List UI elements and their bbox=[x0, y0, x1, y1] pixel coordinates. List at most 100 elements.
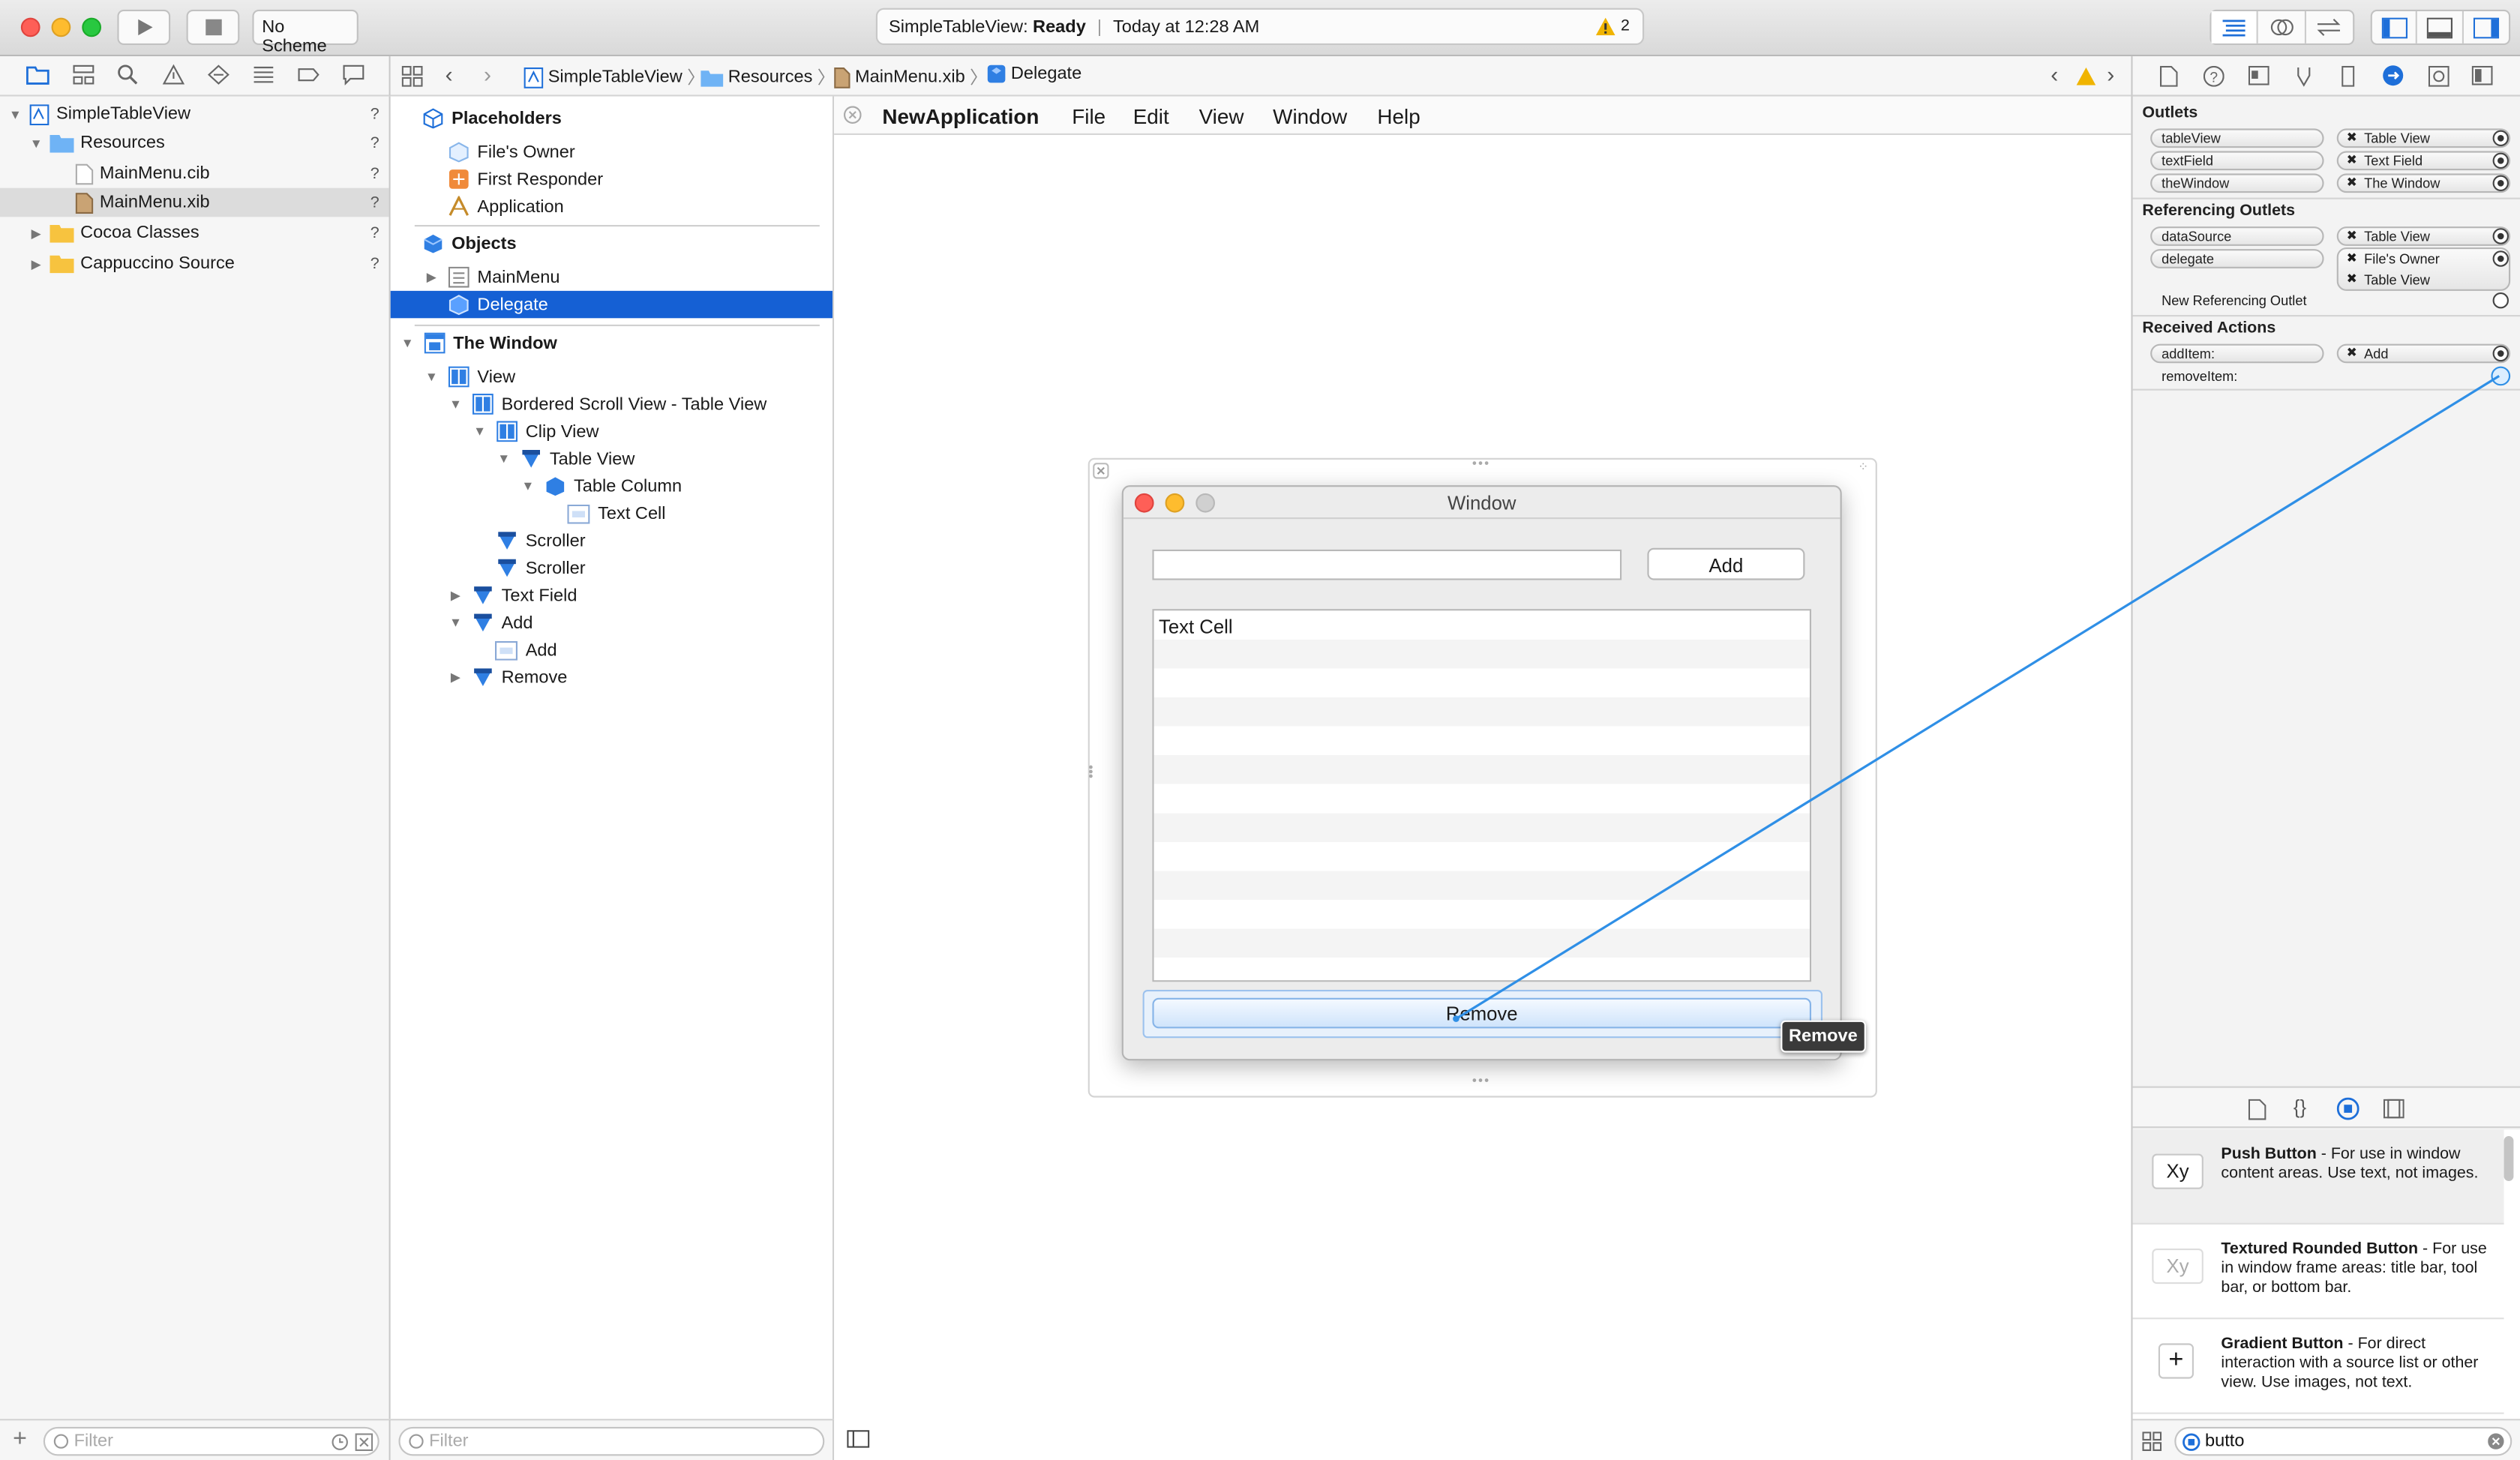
outlet-tableview-connector[interactable] bbox=[2492, 130, 2510, 147]
minimize-window-button[interactable] bbox=[51, 17, 71, 37]
zoom-window-button[interactable] bbox=[82, 17, 102, 37]
outline-text-field[interactable]: ▶ Text Field bbox=[391, 582, 832, 609]
window-preview[interactable]: Window Add Text Cell Remove bbox=[1121, 485, 1842, 1061]
outlet-thewindow-target[interactable]: ✖ The Window bbox=[2336, 173, 2511, 193]
outlet-textfield-target[interactable]: ✖ Text Field bbox=[2336, 151, 2511, 171]
table-view-preview[interactable]: Text Cell bbox=[1152, 609, 1812, 982]
menu-edit[interactable]: Edit bbox=[1133, 104, 1169, 128]
outline-view[interactable]: ▼ View bbox=[391, 363, 832, 390]
navigator-filter-input[interactable]: Filter bbox=[43, 1426, 380, 1456]
nav-item-project[interactable]: ▼ SimpleTableView? bbox=[0, 100, 389, 129]
outline-table-view[interactable]: ▼ Table View bbox=[391, 445, 832, 472]
outlet-tableview-target[interactable]: ✖ Table View bbox=[2336, 128, 2511, 148]
menu-window[interactable]: Window bbox=[1273, 104, 1347, 128]
ref-outlet-delegate-targets[interactable]: ✖ File's Owner ✖ Table View bbox=[2336, 247, 2511, 291]
library-item-gradient-button[interactable]: + Gradient Button - For direct interacti… bbox=[2132, 1319, 2504, 1414]
outlet-thewindow[interactable]: theWindow bbox=[2150, 173, 2324, 193]
project-navigator-tab[interactable] bbox=[26, 64, 50, 85]
interface-builder-canvas[interactable]: NewApplication File Edit View Window Hel… bbox=[834, 96, 2132, 1460]
breadcrumb-resources[interactable]: Resources 〉 bbox=[700, 64, 835, 90]
size-inspector-icon[interactable] bbox=[2342, 65, 2355, 87]
connections-inspector-icon[interactable] bbox=[2382, 64, 2404, 87]
add-button-preview[interactable]: Add bbox=[1647, 547, 1805, 580]
outlet-textfield-connector[interactable] bbox=[2492, 152, 2510, 169]
action-additem[interactable]: addItem: bbox=[2150, 343, 2324, 364]
assistant-editor-button[interactable] bbox=[2258, 11, 2306, 43]
version-editor-button[interactable] bbox=[2306, 11, 2353, 43]
outline-remove-button[interactable]: ▶ Remove bbox=[391, 664, 832, 691]
bindings-inspector-icon[interactable] bbox=[2428, 65, 2450, 87]
breadcrumb-delegate[interactable]: Delegate bbox=[987, 64, 1082, 83]
menu-file[interactable]: File bbox=[1072, 104, 1106, 128]
stop-button[interactable] bbox=[186, 9, 240, 46]
remove-button-preview[interactable]: Remove bbox=[1152, 997, 1812, 1029]
outlet-textfield[interactable]: textField bbox=[2150, 151, 2324, 171]
new-referencing-outlet-connector[interactable] bbox=[2492, 292, 2510, 309]
scheme-selector[interactable]: No Scheme bbox=[252, 9, 358, 56]
run-button[interactable] bbox=[117, 9, 171, 46]
outline-table-column[interactable]: ▼ Table Column bbox=[391, 472, 832, 499]
ref-outlet-delegate-connector[interactable] bbox=[2492, 250, 2510, 267]
back-button[interactable]: ‹ bbox=[446, 61, 453, 86]
action-additem-target[interactable]: ✖ Add bbox=[2336, 343, 2511, 364]
menu-app-name[interactable]: NewApplication bbox=[882, 104, 1039, 128]
outline-window-header[interactable]: ▼ The Window bbox=[391, 329, 832, 356]
menu-help[interactable]: Help bbox=[1377, 104, 1420, 128]
outline-scroller-2[interactable]: Scroller bbox=[391, 554, 832, 581]
symbol-navigator-tab[interactable] bbox=[72, 64, 94, 85]
ref-outlet-delegate[interactable]: delegate bbox=[2150, 249, 2324, 268]
grid-view-icon[interactable] bbox=[2142, 1432, 2162, 1452]
nav-item-cappuccino-source[interactable]: ▶ Cappuccino Source? bbox=[0, 249, 389, 278]
outline-application[interactable]: Application bbox=[391, 193, 832, 220]
nav-item-mainmenu-cib[interactable]: MainMenu.cib? bbox=[0, 159, 389, 188]
text-field-preview[interactable] bbox=[1152, 549, 1622, 580]
outline-mainmenu[interactable]: ▶ MainMenu bbox=[391, 263, 832, 290]
code-snippet-icon[interactable]: {} bbox=[2294, 1096, 2306, 1118]
nav-item-cocoa-classes[interactable]: ▶ Cocoa Classes? bbox=[0, 218, 389, 247]
effects-inspector-icon[interactable] bbox=[2471, 65, 2493, 85]
file-inspector-icon[interactable] bbox=[2160, 65, 2178, 87]
close-circle-icon[interactable] bbox=[844, 106, 862, 124]
report-navigator-tab[interactable] bbox=[342, 64, 364, 85]
outlet-thewindow-connector[interactable] bbox=[2492, 175, 2510, 192]
outline-delegate[interactable]: Delegate bbox=[390, 290, 833, 319]
outline-first-responder[interactable]: First Responder bbox=[391, 166, 832, 193]
media-library-icon[interactable] bbox=[2383, 1099, 2404, 1119]
toggle-utilities-button[interactable] bbox=[2463, 11, 2509, 43]
object-library-icon[interactable] bbox=[2336, 1097, 2360, 1120]
debug-navigator-tab[interactable] bbox=[252, 64, 274, 85]
outline-clip-view[interactable]: ▼ Clip View bbox=[391, 418, 832, 445]
menu-view[interactable]: View bbox=[1199, 104, 1244, 128]
clear-search-icon[interactable] bbox=[2488, 1433, 2504, 1450]
outline-add-button[interactable]: ▼ Add bbox=[391, 609, 832, 636]
toggle-debug-area-button[interactable] bbox=[2418, 11, 2464, 43]
action-additem-connector[interactable] bbox=[2492, 345, 2510, 362]
outline-files-owner[interactable]: File's Owner bbox=[391, 138, 832, 165]
issue-navigator-tab[interactable] bbox=[162, 64, 185, 85]
breadcrumb-project[interactable]: SimpleTableView 〉 bbox=[524, 64, 705, 90]
ref-outlet-datasource[interactable]: dataSource bbox=[2150, 226, 2324, 246]
ref-outlet-datasource-connector[interactable] bbox=[2492, 228, 2510, 244]
related-items-icon[interactable] bbox=[401, 65, 423, 87]
action-removeitem[interactable]: removeItem: bbox=[2162, 368, 2237, 384]
warning-indicator[interactable]: 2 bbox=[1596, 17, 1630, 36]
close-box-icon[interactable] bbox=[1093, 463, 1109, 479]
outlet-tableview[interactable]: tableView bbox=[2150, 128, 2324, 148]
ref-outlet-datasource-target[interactable]: ✖ Table View bbox=[2336, 226, 2511, 246]
next-issue-button[interactable]: › bbox=[2107, 61, 2114, 86]
previous-issue-button[interactable]: ‹ bbox=[2050, 61, 2058, 86]
library-scrollbar[interactable] bbox=[2504, 1136, 2514, 1182]
forward-button[interactable]: › bbox=[484, 61, 491, 86]
warning-icon[interactable] bbox=[2076, 67, 2096, 85]
outline-add-cell[interactable]: Add bbox=[391, 637, 832, 664]
close-window-button[interactable] bbox=[20, 17, 40, 37]
help-inspector-icon[interactable]: ? bbox=[2203, 65, 2224, 87]
breakpoint-navigator-tab[interactable] bbox=[297, 64, 320, 85]
table-text-cell[interactable]: Text Cell bbox=[1154, 610, 1810, 640]
identity-inspector-icon[interactable] bbox=[2248, 65, 2270, 85]
outline-filter-input[interactable]: Filter bbox=[398, 1426, 825, 1456]
find-navigator-tab[interactable] bbox=[117, 64, 138, 85]
nav-item-resources[interactable]: ▼ Resources? bbox=[0, 128, 389, 157]
action-removeitem-connector[interactable] bbox=[2491, 366, 2511, 386]
outline-text-cell[interactable]: Text Cell bbox=[391, 499, 832, 526]
